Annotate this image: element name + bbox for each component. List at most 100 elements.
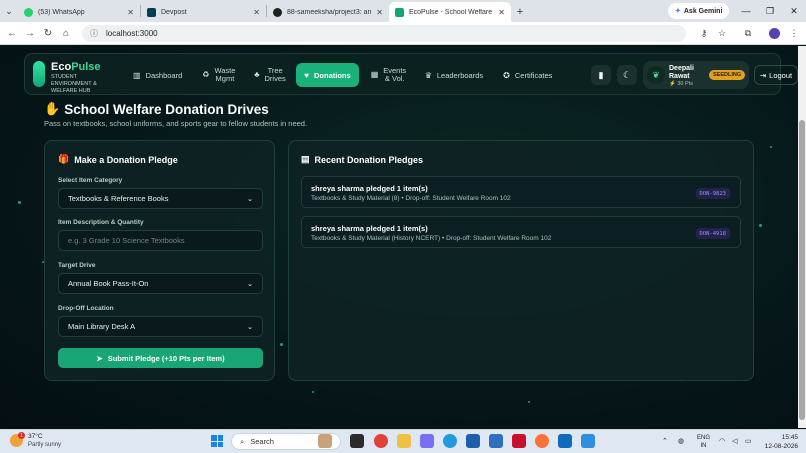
task-view-icon[interactable]: [350, 434, 364, 448]
wifi-icon[interactable]: ◠: [719, 437, 725, 445]
nav-label: Certificates: [514, 70, 553, 80]
calendar-icon: ▦: [370, 70, 379, 79]
brand-eco: Eco: [51, 61, 72, 73]
nav-leaderboards[interactable]: ♛ Leaderboards: [417, 63, 491, 87]
reload-icon[interactable]: ↻: [39, 23, 57, 43]
copilot-icon[interactable]: [420, 434, 434, 448]
tab-search-chevron-icon[interactable]: ⌄: [0, 0, 18, 22]
chrome-icon[interactable]: [374, 434, 388, 448]
recycle-icon: ♻: [202, 70, 210, 79]
nav-dashboard[interactable]: ▥ Dashboard: [125, 63, 190, 87]
file-explorer-icon[interactable]: [397, 434, 411, 448]
nav-events[interactable]: ▦ Events & Vol.: [363, 63, 413, 87]
app-icon[interactable]: [489, 434, 503, 448]
drive-select[interactable]: Annual Book Pass-It-On ⌄: [58, 273, 263, 294]
store-icon[interactable]: [466, 434, 480, 448]
weather-badge: 1: [18, 432, 25, 439]
site-info-icon[interactable]: ⓘ: [90, 28, 98, 39]
search-label: Search: [250, 437, 274, 446]
chevron-down-icon: ⌄: [247, 195, 253, 203]
pledge-detail: Textbooks & Study Material (8) • Drop-of…: [311, 195, 511, 202]
trash-icon[interactable]: ▮: [591, 65, 611, 85]
password-key-icon[interactable]: ⚷: [696, 25, 712, 41]
extensions-icon[interactable]: ⧉: [740, 25, 756, 41]
search-highlight-icon[interactable]: [318, 434, 332, 448]
os-taskbar: 1 37°C Partly sunny ⌕ Search ⌃ ◍ ENG IN ◠ …: [0, 429, 806, 453]
nav-certificates[interactable]: ✪ Certificates: [495, 63, 560, 87]
pledge-id-badge: DON-9823: [695, 188, 730, 199]
browser-tab-devpost[interactable]: Devpost ✕: [141, 2, 266, 22]
outlook-icon[interactable]: [558, 434, 572, 448]
ribbon-icon: ✪: [503, 70, 510, 80]
description-placeholder: e.g. 3 Grade 10 Science Textbooks: [68, 236, 185, 245]
close-tab-icon[interactable]: ✕: [253, 8, 260, 17]
weather-desc[interactable]: Partly sunny: [28, 442, 61, 448]
page-subtitle: Pass on textbooks, school uniforms, and …: [44, 119, 308, 128]
home-icon[interactable]: ⌂: [57, 23, 75, 43]
description-input[interactable]: e.g. 3 Grade 10 Science Textbooks: [58, 230, 263, 251]
nav-label: Events & Vol.: [383, 66, 407, 83]
decor-dot: [280, 343, 283, 346]
nav-label: Leaderboards: [436, 70, 484, 80]
bookmark-star-icon[interactable]: ☆: [714, 25, 730, 41]
nav-tree-drives[interactable]: ♣ Tree Drives: [246, 63, 292, 87]
ask-gemini-button[interactable]: ✦ Ask Gemini: [668, 3, 730, 19]
weather-temp[interactable]: 37°C: [28, 433, 43, 440]
submit-pledge-button[interactable]: ➤ Submit Pledge (+10 Pts per Item): [58, 348, 263, 368]
browser-menu-icon[interactable]: ⋮: [786, 25, 802, 41]
battery-icon[interactable]: ▭: [745, 437, 752, 445]
nav-donations[interactable]: ♥ Donations: [296, 63, 359, 87]
gift-icon: 🎁: [58, 154, 70, 164]
seedling-avatar-icon: ❦: [647, 66, 665, 84]
browser-tab-whatsapp[interactable]: (53) WhatsApp ✕: [18, 2, 140, 22]
browser-tab-github[interactable]: 88-sameeksha/project3: antigr... ✕: [267, 2, 389, 22]
system-clock[interactable]: 15:45 12-08-2026: [762, 433, 798, 451]
minimize-button[interactable]: —: [734, 0, 758, 22]
pledge-form-card: 🎁 Make a Donation Pledge Select Item Cate…: [44, 140, 275, 381]
decor-dot: [18, 201, 21, 204]
ecopulse-logo-icon[interactable]: [33, 61, 45, 87]
scrollbar-thumb[interactable]: [799, 120, 805, 420]
address-bar[interactable]: ⓘ localhost:3000: [82, 25, 686, 42]
edge-icon[interactable]: [443, 434, 457, 448]
forward-icon[interactable]: →: [21, 23, 39, 43]
volume-icon[interactable]: ◁: [732, 437, 737, 445]
donation-hand-icon: ✋: [44, 101, 61, 116]
back-icon[interactable]: ←: [3, 23, 21, 43]
nav-waste-mgmt[interactable]: ♻ Waste Mgmt: [194, 63, 242, 87]
new-tab-button[interactable]: +: [511, 2, 529, 22]
windows-start-icon[interactable]: [211, 435, 223, 447]
logout-button[interactable]: ⇥ Logout: [754, 65, 798, 85]
decor-dot: [759, 224, 762, 227]
drive-label: Target Drive: [58, 262, 96, 269]
close-tab-icon[interactable]: ✕: [498, 8, 505, 17]
vscode-icon[interactable]: [581, 434, 595, 448]
browser-tab-ecopulse[interactable]: EcoPulse - School Welfare & En... ✕: [389, 2, 511, 22]
page-title-text: School Welfare Donation Drives: [64, 101, 269, 117]
profile-avatar[interactable]: [766, 25, 782, 41]
tray-app-icon[interactable]: ◍: [678, 437, 684, 445]
language-indicator[interactable]: ENG IN: [697, 434, 710, 450]
close-tab-icon[interactable]: ✕: [376, 8, 383, 17]
brand-name[interactable]: EcoPulse: [51, 61, 101, 73]
close-window-button[interactable]: ✕: [782, 0, 806, 22]
location-select[interactable]: Main Library Desk A ⌄: [58, 316, 263, 337]
chart-icon: ▥: [133, 70, 141, 80]
mcafee-icon[interactable]: [512, 434, 526, 448]
location-label: Drop-Off Location: [58, 305, 114, 312]
nav-label: Donations: [314, 70, 351, 80]
dark-mode-moon-icon[interactable]: ☾: [617, 65, 637, 85]
browser-toolbar: ← → ↻ ⌂ ⓘ localhost:3000 ⚷ ☆ ⧉ ⋮: [0, 22, 806, 45]
logout-icon: ⇥: [759, 70, 767, 80]
pledge-form-title: 🎁 Make a Donation Pledge: [58, 154, 178, 165]
show-hidden-icons-icon[interactable]: ⌃: [662, 437, 668, 445]
tab-title: Devpost: [161, 8, 187, 16]
maximize-button[interactable]: ❐: [758, 0, 782, 22]
close-tab-icon[interactable]: ✕: [127, 8, 134, 17]
firefox-icon[interactable]: [535, 434, 549, 448]
recent-pledges-title-text: Recent Donation Pledges: [314, 154, 424, 165]
tab-title: 88-sameeksha/project3: antigr...: [287, 8, 372, 16]
user-profile-chip[interactable]: ❦ Deepali Rawat ⚡ 30 Pts SEEDLING: [643, 61, 749, 89]
category-select[interactable]: Textbooks & Reference Books ⌄: [58, 188, 263, 209]
chevron-down-icon: ⌄: [247, 323, 253, 331]
